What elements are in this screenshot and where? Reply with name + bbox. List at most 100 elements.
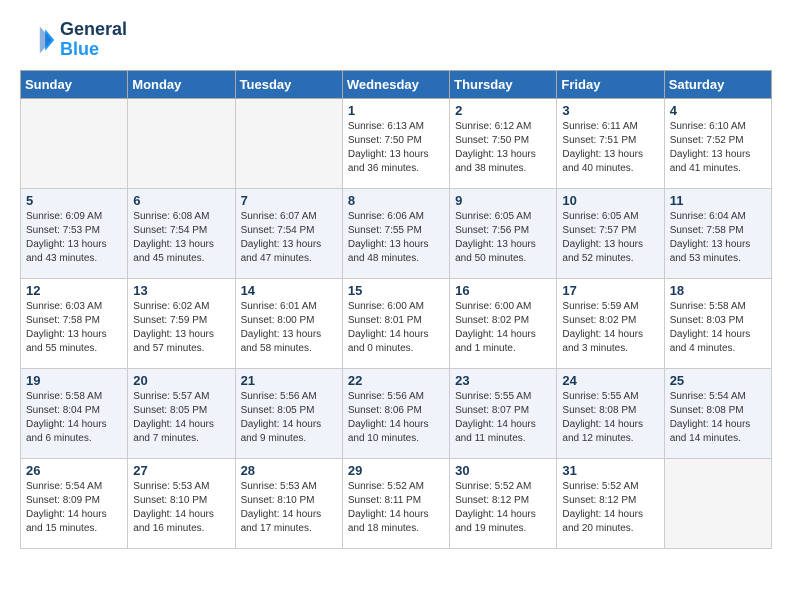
calendar-header-row: SundayMondayTuesdayWednesdayThursdayFrid… — [21, 70, 772, 98]
day-info: Sunrise: 6:12 AM Sunset: 7:50 PM Dayligh… — [455, 120, 551, 176]
day-info: Sunrise: 6:05 AM Sunset: 7:56 PM Dayligh… — [455, 210, 551, 266]
logo-icon — [20, 22, 56, 58]
day-number: 26 — [26, 463, 122, 478]
day-number: 23 — [455, 373, 551, 388]
calendar-cell: 6 Sunrise: 6:08 AM Sunset: 7:54 PM Daylig… — [128, 188, 235, 278]
day-info: Sunrise: 5:52 AM Sunset: 8:12 PM Dayligh… — [562, 480, 658, 536]
day-number: 17 — [562, 283, 658, 298]
day-number: 12 — [26, 283, 122, 298]
day-info: Sunrise: 5:53 AM Sunset: 8:10 PM Dayligh… — [133, 480, 229, 536]
calendar-cell: 30 Sunrise: 5:52 AM Sunset: 8:12 PM Dayli… — [450, 458, 557, 548]
calendar-cell — [128, 98, 235, 188]
day-number: 4 — [670, 103, 766, 118]
day-number: 11 — [670, 193, 766, 208]
page-header: General Blue — [20, 20, 772, 60]
calendar-cell: 22 Sunrise: 5:56 AM Sunset: 8:06 PM Dayli… — [342, 368, 449, 458]
calendar-cell: 31 Sunrise: 5:52 AM Sunset: 8:12 PM Dayli… — [557, 458, 664, 548]
day-number: 19 — [26, 373, 122, 388]
day-number: 31 — [562, 463, 658, 478]
day-info: Sunrise: 5:52 AM Sunset: 8:12 PM Dayligh… — [455, 480, 551, 536]
day-info: Sunrise: 6:02 AM Sunset: 7:59 PM Dayligh… — [133, 300, 229, 356]
calendar-week-3: 12 Sunrise: 6:03 AM Sunset: 7:58 PM Dayli… — [21, 278, 772, 368]
day-info: Sunrise: 5:56 AM Sunset: 8:05 PM Dayligh… — [241, 390, 337, 446]
day-info: Sunrise: 6:01 AM Sunset: 8:00 PM Dayligh… — [241, 300, 337, 356]
day-number: 28 — [241, 463, 337, 478]
calendar-cell: 10Sunrise: 6:05 AM Sunset: 7:57 PM Dayli… — [557, 188, 664, 278]
day-number: 1 — [348, 103, 444, 118]
calendar-cell: 15 Sunrise: 6:00 AM Sunset: 8:01 PM Dayli… — [342, 278, 449, 368]
calendar-header-saturday: Saturday — [664, 70, 771, 98]
calendar-cell: 9 Sunrise: 6:05 AM Sunset: 7:56 PM Daylig… — [450, 188, 557, 278]
calendar-cell: 20Sunrise: 5:57 AM Sunset: 8:05 PM Dayli… — [128, 368, 235, 458]
day-number: 30 — [455, 463, 551, 478]
calendar-table: SundayMondayTuesdayWednesdayThursdayFrid… — [20, 70, 772, 549]
day-number: 21 — [241, 373, 337, 388]
day-number: 16 — [455, 283, 551, 298]
calendar-header-monday: Monday — [128, 70, 235, 98]
day-info: Sunrise: 5:54 AM Sunset: 8:09 PM Dayligh… — [26, 480, 122, 536]
calendar-cell — [664, 458, 771, 548]
day-info: Sunrise: 5:57 AM Sunset: 8:05 PM Dayligh… — [133, 390, 229, 446]
calendar-cell — [235, 98, 342, 188]
calendar-week-5: 26 Sunrise: 5:54 AM Sunset: 8:09 PM Dayli… — [21, 458, 772, 548]
calendar-cell: 25 Sunrise: 5:54 AM Sunset: 8:08 PM Dayli… — [664, 368, 771, 458]
calendar-cell: 1Sunrise: 6:13 AM Sunset: 7:50 PM Daylig… — [342, 98, 449, 188]
day-number: 10 — [562, 193, 658, 208]
day-number: 22 — [348, 373, 444, 388]
day-info: Sunrise: 5:58 AM Sunset: 8:03 PM Dayligh… — [670, 300, 766, 356]
day-info: Sunrise: 6:03 AM Sunset: 7:58 PM Dayligh… — [26, 300, 122, 356]
day-number: 9 — [455, 193, 551, 208]
day-number: 13 — [133, 283, 229, 298]
day-info: Sunrise: 5:55 AM Sunset: 8:08 PM Dayligh… — [562, 390, 658, 446]
calendar-cell — [21, 98, 128, 188]
day-info: Sunrise: 6:00 AM Sunset: 8:02 PM Dayligh… — [455, 300, 551, 356]
day-number: 3 — [562, 103, 658, 118]
day-info: Sunrise: 5:55 AM Sunset: 8:07 PM Dayligh… — [455, 390, 551, 446]
day-info: Sunrise: 5:54 AM Sunset: 8:08 PM Dayligh… — [670, 390, 766, 446]
day-info: Sunrise: 5:59 AM Sunset: 8:02 PM Dayligh… — [562, 300, 658, 356]
day-info: Sunrise: 5:56 AM Sunset: 8:06 PM Dayligh… — [348, 390, 444, 446]
calendar-header-sunday: Sunday — [21, 70, 128, 98]
day-number: 25 — [670, 373, 766, 388]
calendar-cell: 28 Sunrise: 5:53 AM Sunset: 8:10 PM Dayli… — [235, 458, 342, 548]
day-info: Sunrise: 6:08 AM Sunset: 7:54 PM Dayligh… — [133, 210, 229, 266]
day-info: Sunrise: 6:11 AM Sunset: 7:51 PM Dayligh… — [562, 120, 658, 176]
calendar-week-1: 1Sunrise: 6:13 AM Sunset: 7:50 PM Daylig… — [21, 98, 772, 188]
calendar-cell: 23 Sunrise: 5:55 AM Sunset: 8:07 PM Dayli… — [450, 368, 557, 458]
day-info: Sunrise: 6:10 AM Sunset: 7:52 PM Dayligh… — [670, 120, 766, 176]
day-number: 6 — [133, 193, 229, 208]
calendar-cell: 16 Sunrise: 6:00 AM Sunset: 8:02 PM Dayli… — [450, 278, 557, 368]
day-number: 7 — [241, 193, 337, 208]
day-info: Sunrise: 6:09 AM Sunset: 7:53 PM Dayligh… — [26, 210, 122, 266]
day-info: Sunrise: 5:53 AM Sunset: 8:10 PM Dayligh… — [241, 480, 337, 536]
calendar-cell: 4 Sunrise: 6:10 AM Sunset: 7:52 PM Daylig… — [664, 98, 771, 188]
day-number: 27 — [133, 463, 229, 478]
calendar-cell: 12 Sunrise: 6:03 AM Sunset: 7:58 PM Dayli… — [21, 278, 128, 368]
day-info: Sunrise: 5:52 AM Sunset: 8:11 PM Dayligh… — [348, 480, 444, 536]
calendar-header-thursday: Thursday — [450, 70, 557, 98]
calendar-cell: 24 Sunrise: 5:55 AM Sunset: 8:08 PM Dayli… — [557, 368, 664, 458]
calendar-cell: 27 Sunrise: 5:53 AM Sunset: 8:10 PM Dayli… — [128, 458, 235, 548]
calendar-cell: 11Sunrise: 6:04 AM Sunset: 7:58 PM Dayli… — [664, 188, 771, 278]
calendar-header-tuesday: Tuesday — [235, 70, 342, 98]
day-number: 24 — [562, 373, 658, 388]
calendar-header-friday: Friday — [557, 70, 664, 98]
day-number: 8 — [348, 193, 444, 208]
day-info: Sunrise: 6:07 AM Sunset: 7:54 PM Dayligh… — [241, 210, 337, 266]
logo: General Blue — [20, 20, 127, 60]
calendar-cell: 13 Sunrise: 6:02 AM Sunset: 7:59 PM Dayli… — [128, 278, 235, 368]
calendar-cell: 7 Sunrise: 6:07 AM Sunset: 7:54 PM Daylig… — [235, 188, 342, 278]
day-info: Sunrise: 5:58 AM Sunset: 8:04 PM Dayligh… — [26, 390, 122, 446]
calendar-cell: 5 Sunrise: 6:09 AM Sunset: 7:53 PM Daylig… — [21, 188, 128, 278]
calendar-cell: 29 Sunrise: 5:52 AM Sunset: 8:11 PM Dayli… — [342, 458, 449, 548]
day-number: 5 — [26, 193, 122, 208]
calendar-cell: 19 Sunrise: 5:58 AM Sunset: 8:04 PM Dayli… — [21, 368, 128, 458]
day-number: 15 — [348, 283, 444, 298]
day-info: Sunrise: 6:00 AM Sunset: 8:01 PM Dayligh… — [348, 300, 444, 356]
day-number: 29 — [348, 463, 444, 478]
day-number: 2 — [455, 103, 551, 118]
logo-text: General Blue — [60, 20, 127, 60]
day-info: Sunrise: 6:06 AM Sunset: 7:55 PM Dayligh… — [348, 210, 444, 266]
calendar-cell: 18Sunrise: 5:58 AM Sunset: 8:03 PM Dayli… — [664, 278, 771, 368]
calendar-week-2: 5 Sunrise: 6:09 AM Sunset: 7:53 PM Daylig… — [21, 188, 772, 278]
